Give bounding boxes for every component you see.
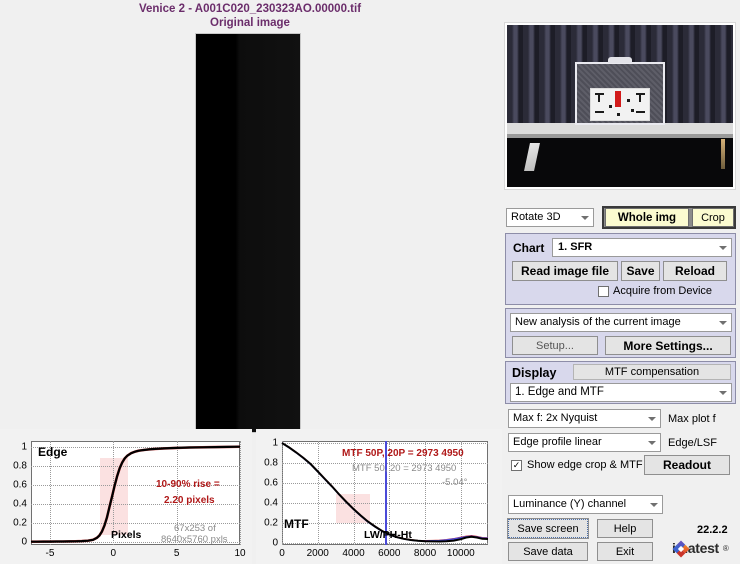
mtf-annotation-primary: MTF 50P, 20P = 2973 4950 <box>342 448 464 459</box>
thumbnail-right-streak <box>721 139 725 169</box>
chevron-down-icon <box>719 246 727 250</box>
edge-profile-select[interactable]: Edge profile linear <box>508 433 661 452</box>
thumbnail-chart-dot <box>617 113 620 116</box>
save-button[interactable]: Save <box>621 261 660 281</box>
help-button[interactable]: Help <box>597 519 653 538</box>
analysis-mode-value: New analysis of the current image <box>515 316 681 328</box>
chevron-down-icon <box>719 391 727 395</box>
edge-profile-value: Edge profile linear <box>513 436 602 448</box>
image-scope-toggle-group: Whole img Crop <box>602 206 736 229</box>
edge-annotation-rise-value: 2.20 pixels <box>164 495 215 506</box>
chevron-down-icon <box>648 441 656 445</box>
exit-button[interactable]: Exit <box>597 542 653 561</box>
rotate-3d-value: Rotate 3D <box>511 211 561 223</box>
acquire-from-device-row[interactable]: Acquire from Device <box>598 285 712 297</box>
channel-value: Luminance (Y) channel <box>513 498 626 510</box>
imatest-logo: imatest ® <box>672 540 729 556</box>
display-mode-select[interactable]: 1. Edge and MTF <box>510 383 732 402</box>
readout-button[interactable]: Readout <box>644 455 730 475</box>
thumbnail-case-handle <box>608 57 632 63</box>
show-edge-crop-checkbox[interactable]: ✓ <box>511 460 522 471</box>
read-image-file-button[interactable]: Read image file <box>512 261 618 281</box>
chevron-down-icon <box>581 216 589 220</box>
display-mode-value: 1. Edge and MTF <box>515 386 604 398</box>
chevron-down-icon <box>648 417 656 421</box>
mtf-chart[interactable]: 020004000600080001000000.20.40.60.81MTFL… <box>256 429 502 564</box>
edge-x-axis-label: Pixels <box>111 529 141 541</box>
chart-label: Chart <box>513 241 544 255</box>
analysis-mode-select[interactable]: New analysis of the current image <box>510 313 732 332</box>
max-frequency-select[interactable]: Max f: 2x Nyquist <box>508 409 661 428</box>
edge-annotation-image-size: 8640x5760 pxls <box>161 534 228 545</box>
edge-annotation-crop-size: 67x253 of <box>174 523 216 534</box>
show-edge-crop-row[interactable]: ✓ Show edge crop & MTF <box>511 459 643 471</box>
imatest-registered-mark: ® <box>723 544 729 553</box>
thumbnail-chart-bar <box>598 93 600 102</box>
reload-button[interactable]: Reload <box>663 261 727 281</box>
acquire-from-device-label: Acquire from Device <box>613 285 712 297</box>
chevron-down-icon <box>719 321 727 325</box>
edge-lsf-label: Edge/LSF <box>668 437 717 449</box>
thumbnail-chart-bar <box>595 111 604 113</box>
mtf-annotation-angle: -5.04° <box>442 477 467 488</box>
max-frequency-value: Max f: 2x Nyquist <box>513 412 597 424</box>
mtf-annotation-secondary: MTF 50, 20 = 2973 4950 <box>352 463 456 474</box>
acquire-from-device-checkbox[interactable] <box>598 286 609 297</box>
setup-button[interactable]: Setup... <box>512 336 598 355</box>
thumbnail-chart-dot <box>631 109 634 112</box>
chart-select[interactable]: 1. SFR <box>552 238 732 257</box>
max-plot-f-label: Max plot f <box>668 413 716 425</box>
thumbnail-table-body <box>507 138 733 187</box>
thumbnail-red-marker <box>615 91 621 107</box>
mtf-plot-title: MTF <box>284 517 309 531</box>
imatest-diamond-icon <box>672 540 690 558</box>
page-title-line2: Original image <box>0 16 500 30</box>
edge-plot-title: Edge <box>38 445 67 459</box>
thumbnail-chart-dot <box>609 105 612 108</box>
tab-mtf-compensation[interactable]: MTF compensation <box>573 364 731 380</box>
version-label: 22.2.2 <box>697 524 728 536</box>
rotate-3d-select[interactable]: Rotate 3D <box>506 208 594 227</box>
mtf-x-axis-label: LW/PH-Ht <box>364 529 412 541</box>
whole-img-button[interactable]: Whole img <box>605 208 689 227</box>
whole-image-thumbnail[interactable] <box>504 22 736 190</box>
display-label: Display <box>512 366 556 380</box>
page-title: Venice 2 - A001C020_230323AO.00000.tif O… <box>0 2 500 30</box>
save-screen-button[interactable]: Save screen <box>508 519 588 538</box>
page-title-line1: Venice 2 - A001C020_230323AO.00000.tif <box>0 2 500 16</box>
channel-select[interactable]: Luminance (Y) channel <box>508 495 663 514</box>
edge-annotation-rise-label: 10-90% rise = <box>156 479 220 490</box>
save-data-button[interactable]: Save data <box>508 542 588 561</box>
chart-select-value: 1. SFR <box>558 241 592 253</box>
edge-profile-chart[interactable]: -5051000.20.40.60.81EdgePixels10-90% ris… <box>0 429 252 564</box>
crop-button[interactable]: Crop <box>692 208 734 227</box>
chevron-down-icon <box>650 503 658 507</box>
thumbnail-chart-bar <box>636 111 645 113</box>
show-edge-crop-label: Show edge crop & MTF <box>527 459 643 471</box>
thumbnail-chart-dot <box>627 99 630 102</box>
original-image-display[interactable] <box>195 33 301 433</box>
thumbnail-chart-bar <box>639 93 641 102</box>
more-settings-button[interactable]: More Settings... <box>605 336 731 355</box>
